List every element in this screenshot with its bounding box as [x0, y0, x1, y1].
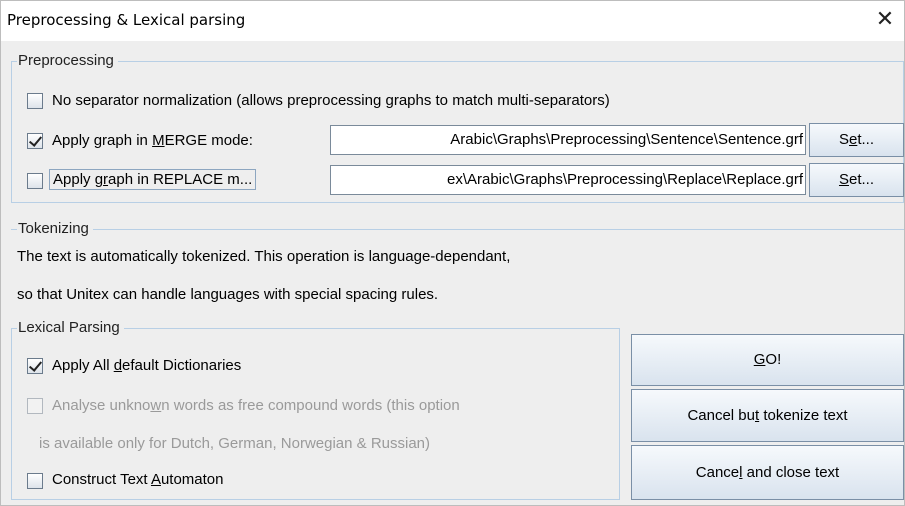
tokenizing-text-line2: so that Unitex can handle languages with… [17, 286, 439, 303]
replace-mode-label: Apply graph in REPLACE m... [49, 169, 257, 190]
preprocessing-title: Preprocessing [17, 52, 118, 69]
window-title: Preprocessing & Lexical parsing [7, 11, 246, 29]
apply-dictionaries-label: Apply All default Dictionaries [52, 357, 242, 374]
analyse-unknown-checkbox[interactable] [27, 398, 43, 414]
analyse-unknown-label-line2: is available only for Dutch, German, Nor… [39, 435, 431, 452]
dialog-window: Preprocessing & Lexical parsing ✕ Prepro… [0, 0, 905, 506]
merge-set-button[interactable]: Set... [809, 123, 904, 157]
go-button[interactable]: GO! [631, 334, 904, 386]
construct-automaton-label: Construct Text Automaton [52, 471, 224, 488]
replace-mode-checkbox[interactable] [27, 173, 43, 189]
tokenizing-text-line1: The text is automatically tokenized. Thi… [17, 248, 511, 265]
merge-graph-path-field[interactable]: Arabic\Graphs\Preprocessing\Sentence\Sen… [330, 125, 806, 155]
replace-graph-path-field[interactable]: ex\Arabic\Graphs\Preprocessing\Replace\R… [330, 165, 806, 195]
title-bar: Preprocessing & Lexical parsing ✕ [1, 1, 904, 41]
replace-set-button[interactable]: Set... [809, 163, 904, 197]
tokenizing-group: Tokenizing [11, 220, 904, 237]
merge-mode-label: Apply graph in MERGE mode: [52, 132, 253, 149]
lexical-parsing-title: Lexical Parsing [17, 319, 124, 336]
construct-automaton-checkbox[interactable] [27, 473, 43, 489]
merge-mode-checkbox[interactable] [27, 133, 43, 149]
no-separator-checkbox[interactable] [27, 93, 43, 109]
tokenizing-title: Tokenizing [17, 220, 93, 237]
replace-graph-path-value: ex\Arabic\Graphs\Preprocessing\Replace\R… [446, 171, 803, 188]
close-icon[interactable]: ✕ [870, 7, 900, 35]
analyse-unknown-label: Analyse unknown words as free compound w… [52, 397, 460, 414]
cancel-close-button[interactable]: Cancel and close text [631, 445, 904, 500]
no-separator-label: No separator normalization (allows prepr… [52, 92, 610, 109]
cancel-tokenize-button[interactable]: Cancel but tokenize text [631, 389, 904, 442]
apply-dictionaries-checkbox[interactable] [27, 358, 43, 374]
merge-graph-path-value: Arabic\Graphs\Preprocessing\Sentence\Sen… [450, 131, 803, 148]
